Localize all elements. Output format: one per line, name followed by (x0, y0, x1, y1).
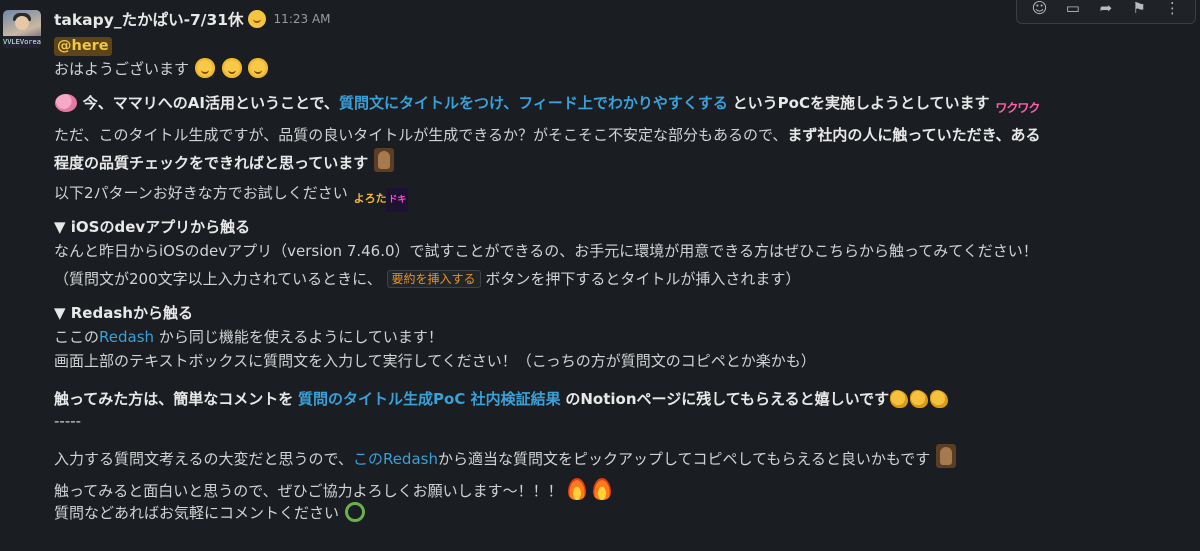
section-ios-line-2: （質問文が200文字以上入力されているときに、 要約を挿入する ボタンを押下する… (54, 268, 1194, 290)
section-redash-title: ▼ Redashから触る (54, 304, 193, 322)
avatar-sign: VVLEVoreal (3, 36, 41, 48)
sun-icon[interactable] (221, 58, 242, 78)
muscle-icon[interactable] (890, 390, 909, 408)
sun-icon[interactable] (194, 58, 215, 78)
redash-link-2[interactable]: このRedash (353, 450, 438, 468)
quality-text-bold-2: 程度の品質チェックをできればと思っています (54, 154, 369, 172)
sun-icon[interactable] (248, 58, 269, 78)
share-icon[interactable]: ➦ (1097, 0, 1115, 17)
muscle-icon[interactable] (910, 390, 929, 408)
emoji-reaction-icon[interactable]: ☺ (1031, 0, 1049, 17)
closing-text-1: 触ってみると面白いと思うので、ぜひご協力よろしくお願いします〜！！！ (54, 482, 563, 500)
snake-icon[interactable] (344, 502, 365, 522)
notion-page-link[interactable]: 質問のタイトル生成PoC 社内検証結果 (298, 390, 561, 408)
yorotano-icon[interactable]: よろたの (354, 193, 398, 219)
doki-icon[interactable]: ドキ (386, 188, 409, 212)
brain-icon[interactable] (55, 94, 77, 112)
bookmark-icon[interactable]: ⚑ (1130, 0, 1148, 17)
section-redash-text-2: 画面上部のテキストボックスに質問文を入力して実行してください！（こっちの方が質問… (54, 352, 816, 370)
wakuwaku-icon[interactable]: ワクワク (995, 102, 1040, 127)
input-tip-line: 入力する質問文考えるの大変だと思うので、このRedashから適当な質問文をピック… (54, 444, 1194, 468)
message: VVLEVoreal takapy_たかぱい-7/31休 11:23 AM ☺ … (0, 0, 1200, 551)
closing-line-1: 触ってみると面白いと思うので、ぜひご協力よろしくお願いします〜！！！ (54, 478, 1194, 500)
poc-intro-post: というPoCを実施しようとしています (732, 94, 990, 112)
greeting-line: おはようございます (54, 58, 1194, 80)
feedback-text-post: のNotionページに残してもらえると嬉しいです (565, 390, 890, 408)
patterns-text: 以下2パターンお好きな方でお試しください (54, 184, 348, 202)
input-tip-post: から適当な質問文をピックアップしてコピペしてもらえると良いかもです (437, 450, 931, 468)
poc-feature-link[interactable]: 質問文にタイトルをつけ、フィード上でわかりやすくする (339, 94, 728, 112)
reply-in-thread-icon[interactable]: ▭ (1064, 0, 1082, 17)
poc-intro-pre: 今、ママリへのAI活用ということで、 (82, 94, 339, 112)
timestamp[interactable]: 11:23 AM (274, 12, 331, 26)
divider-text: ----- (54, 412, 82, 430)
divider-line: ----- (54, 410, 1194, 432)
custom-reaction-icon[interactable] (374, 148, 395, 172)
section-ios-text-1: なんと昨日からiOSのdevアプリ（version 7.46.0）で試すことがで… (54, 242, 1038, 260)
section-redash-text-pre: ここの (54, 328, 100, 346)
status-emoji-icon[interactable] (247, 10, 266, 28)
section-ios-line-1: なんと昨日からiOSのdevアプリ（version 7.46.0）で試すことがで… (54, 240, 1194, 262)
muscle-icon[interactable] (930, 390, 949, 408)
message-actions-toolbar: ☺ ▭ ➦ ⚑ ⋮ (1016, 0, 1196, 24)
section-redash-title-line: ▼ Redashから触る (54, 302, 1194, 324)
avatar-face (15, 16, 29, 30)
poc-intro-line: 今、ママリへのAI活用ということで、質問文にタイトルをつけ、フィード上でわかりや… (54, 92, 1194, 114)
fire-icon[interactable] (568, 478, 587, 500)
quality-text-bold: まず社内の人に触っていただき、ある (787, 126, 1041, 144)
section-redash-line-1: ここのRedash から同じ機能を使えるようにしています！ (54, 326, 1194, 348)
greeting-text: おはようございます (54, 60, 190, 78)
insert-summary-code: 要約を挿入する (386, 270, 481, 288)
redash-link[interactable]: Redash (99, 328, 154, 346)
quality-line-1: ただ、このタイトル生成ですが、品質の良いタイトルが生成できるか？がそこそこ不安定… (54, 124, 1194, 146)
section-ios-text-2-post: ボタンを押下するとタイトルが挿入されます） (485, 270, 801, 288)
input-tip-pre: 入力する質問文考えるの大変だと思うので、 (54, 450, 353, 468)
feedback-text-pre: 触ってみた方は、簡単なコメントを (54, 390, 294, 408)
closing-text-2: 質問などあればお気軽にコメントください (54, 504, 340, 522)
message-header: takapy_たかぱい-7/31休 11:23 AM (54, 8, 331, 30)
section-ios-title: ▼ iOSのdevアプリから触る (54, 218, 251, 236)
mention-line: @here (54, 34, 1194, 56)
quality-text-pre: ただ、このタイトル生成ですが、品質の良いタイトルが生成できるか？がそこそこ不安定… (54, 126, 788, 144)
avatar[interactable]: VVLEVoreal (3, 10, 41, 48)
fire-icon[interactable] (593, 478, 612, 500)
quality-line-2: 程度の品質チェックをできればと思っています (54, 148, 1194, 172)
section-ios-text-2-pre: （質問文が200文字以上入力されているときに、 (54, 270, 382, 288)
message-body: @here おはようございます 今、ママリへのAI活用ということで、質問文にタイ… (54, 34, 1194, 524)
section-redash-text-post: から同じ機能を使えるようにしています！ (158, 328, 443, 346)
here-mention[interactable]: @here (54, 37, 112, 56)
section-ios-title-line: ▼ iOSのdevアプリから触る (54, 216, 1194, 238)
more-actions-icon[interactable]: ⋮ (1163, 0, 1181, 17)
closing-line-2: 質問などあればお気軽にコメントください (54, 502, 1194, 524)
feedback-line: 触ってみた方は、簡単なコメントを 質問のタイトル生成PoC 社内検証結果 のNo… (54, 388, 1194, 410)
author-name[interactable]: takapy_たかぱい-7/31休 (54, 8, 244, 30)
custom-reaction-icon[interactable] (936, 444, 957, 468)
patterns-line: 以下2パターンお好きな方でお試しください よろたの ドキ (54, 182, 1194, 212)
section-redash-line-2: 画面上部のテキストボックスに質問文を入力して実行してください！（こっちの方が質問… (54, 350, 1194, 372)
